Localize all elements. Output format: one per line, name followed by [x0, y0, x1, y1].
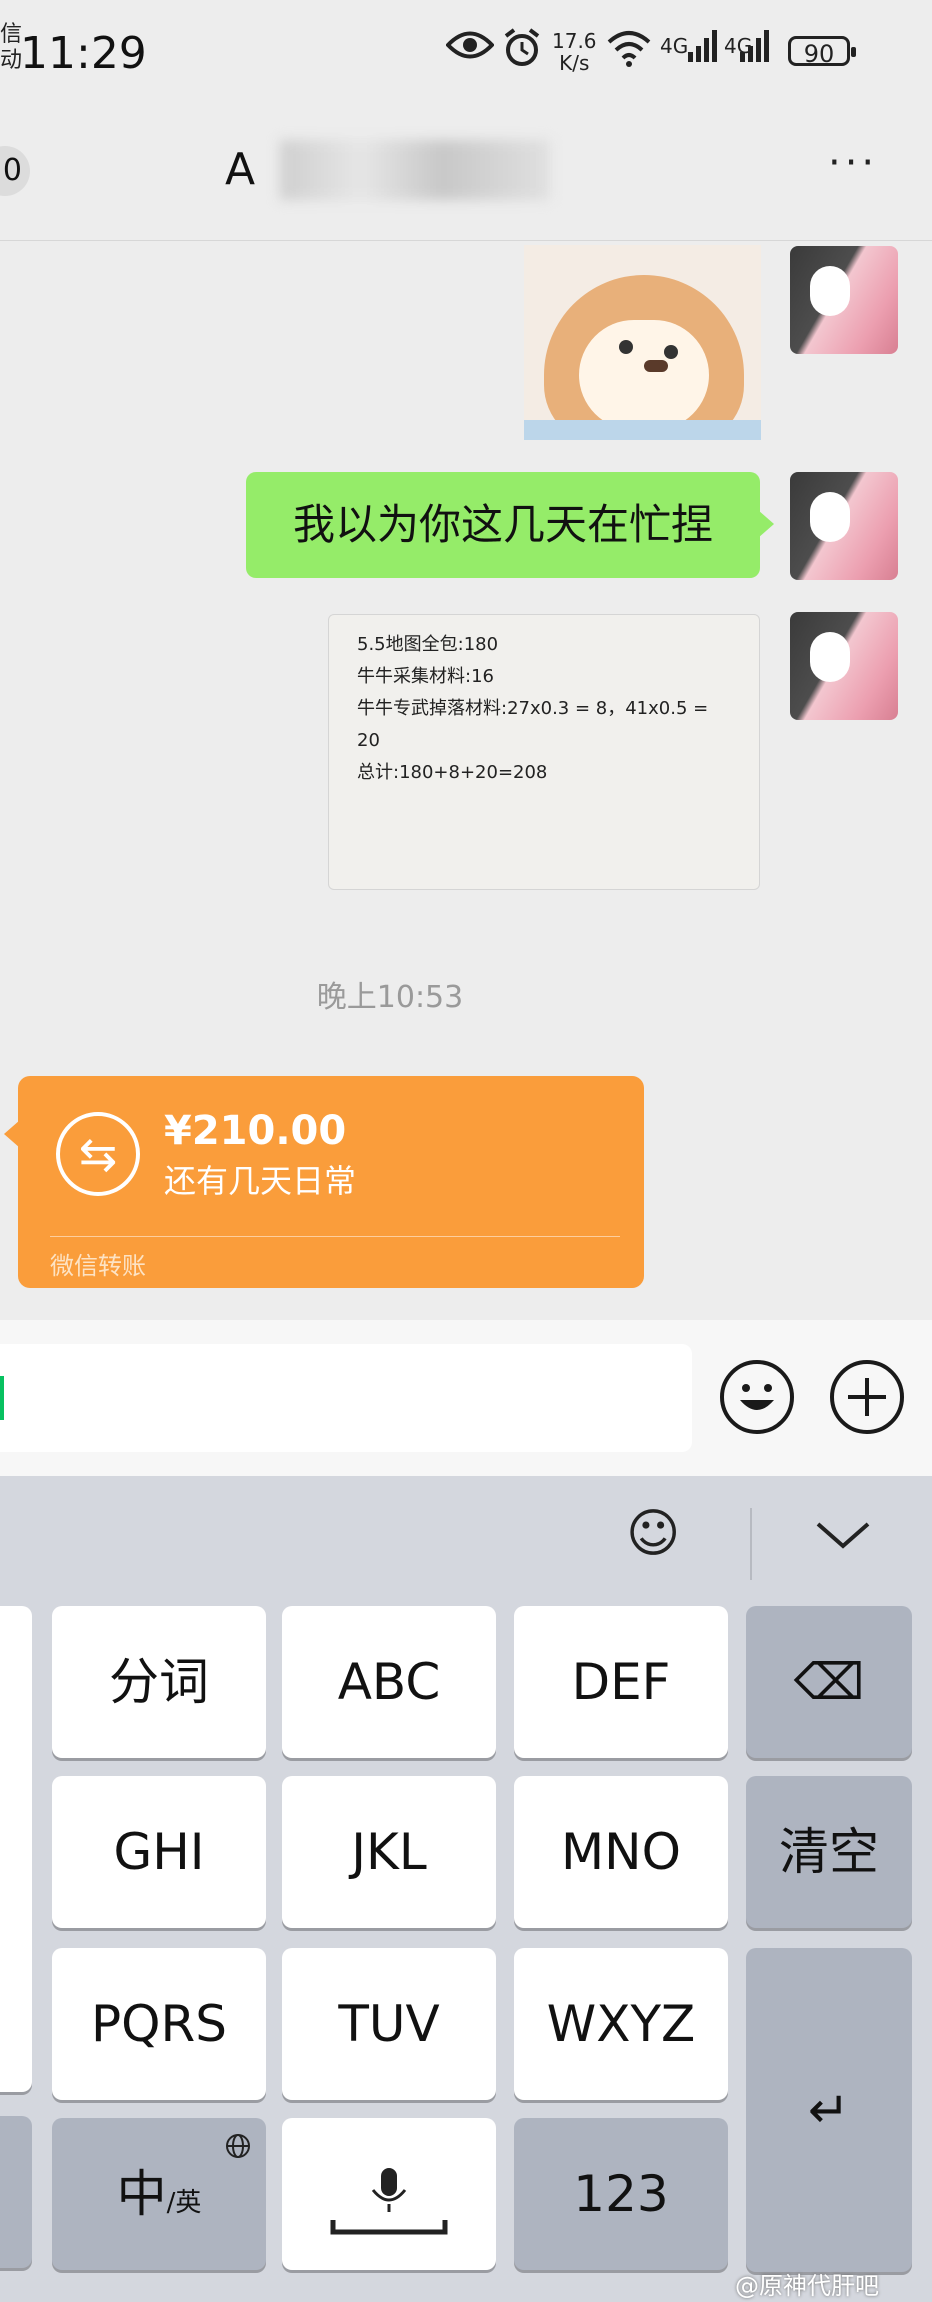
lang-main: 中 [116, 2165, 167, 2223]
avatar[interactable] [790, 612, 898, 720]
signal-icon-2 [738, 28, 772, 73]
keyboard-emoji-icon[interactable]: ☺ [626, 1504, 680, 1564]
more-button[interactable]: ··· [828, 140, 878, 186]
otter-face [579, 320, 709, 430]
network-type-1: 4G [660, 34, 689, 58]
status-left-chars: 信 动 [0, 22, 23, 73]
enter-key[interactable]: ↵ [746, 1948, 912, 2272]
watermark: @原神代肝吧 [735, 2272, 879, 2300]
sticker-image[interactable] [524, 245, 761, 440]
alarm-icon [502, 28, 542, 77]
note-line: 5.5地图全包:180 [357, 634, 499, 655]
transfer-card[interactable]: ⇆ ¥210.00 还有几天日常 微信转账 [4, 1076, 644, 1288]
language-switch-key[interactable]: 中/英 [52, 2118, 266, 2270]
transfer-label: 微信转账 [50, 1252, 146, 1280]
chat-title: A [225, 144, 256, 195]
left-bottom-key[interactable] [0, 2116, 32, 2268]
avatar[interactable] [790, 472, 898, 580]
otter-eye [619, 340, 633, 354]
keyboard: ☺ 分词 ABC DEF ⌫ GHI JKL MNO 清空 PQRS TUV W… [0, 1476, 932, 2302]
message-input[interactable] [0, 1344, 692, 1452]
otter-eye [664, 345, 678, 359]
microphone-icon [330, 2168, 448, 2235]
transfer-icon: ⇆ [56, 1112, 140, 1196]
note-line: 牛牛专武掉落材料:27x0.3 = 8，41x0.5 = 20 [357, 698, 709, 751]
collapse-keyboard-icon[interactable] [814, 1520, 872, 1554]
key-ghi[interactable]: GHI [52, 1776, 266, 1928]
space-voice-key[interactable] [282, 2118, 496, 2270]
globe-icon [226, 2134, 250, 2158]
signal-icon [686, 28, 720, 73]
transfer-note: 还有几天日常 [164, 1162, 357, 1200]
transfer-amount: ¥210.00 [164, 1108, 347, 1154]
key-fenci[interactable]: 分词 [52, 1606, 266, 1758]
backspace-key[interactable]: ⌫ [746, 1606, 912, 1758]
chat-header: 0 A ··· [0, 110, 932, 241]
key-jkl[interactable]: JKL [282, 1776, 496, 1928]
key-def[interactable]: DEF [514, 1606, 728, 1758]
message-bubble-sent[interactable]: 我以为你这几天在忙捏 [246, 472, 774, 578]
plus-button[interactable] [830, 1360, 904, 1434]
otter-ground [524, 420, 761, 440]
numbers-key[interactable]: 123 [514, 2118, 728, 2270]
emoji-button[interactable] [720, 1360, 794, 1434]
note-line: 总计:180+8+20=208 [357, 762, 548, 783]
note-line: 牛牛采集材料:16 [357, 666, 494, 687]
clear-key[interactable]: 清空 [746, 1776, 912, 1928]
key-wxyz[interactable]: WXYZ [514, 1948, 728, 2100]
input-bar [0, 1320, 932, 1476]
key-mno[interactable]: MNO [514, 1776, 728, 1928]
otter-nose [644, 360, 668, 372]
blurred-name [280, 140, 550, 200]
key-tuv[interactable]: TUV [282, 1948, 496, 2100]
text-cursor [0, 1376, 4, 1420]
avatar[interactable] [790, 246, 898, 354]
key-abc[interactable]: ABC [282, 1606, 496, 1758]
battery-icon: 90 [788, 36, 856, 68]
lang-sub: /英 [166, 2188, 202, 2218]
eye-icon [445, 28, 495, 71]
back-button[interactable]: 0 [0, 146, 30, 196]
wifi-icon [606, 28, 652, 77]
divider [50, 1236, 620, 1237]
network-speed: 17.6 K/s [552, 29, 597, 75]
status-time: 11:29 [20, 28, 147, 79]
status-bar: 信 动 11:29 17.6 K/s 4G 4G 90 [0, 0, 932, 110]
key-pqrs[interactable]: PQRS [52, 1948, 266, 2100]
plus-icon [848, 1378, 886, 1416]
screenshot-note-image[interactable]: 5.5地图全包:180 牛牛采集材料:16 牛牛专武掉落材料:27x0.3 = … [328, 614, 760, 890]
divider [750, 1508, 752, 1580]
left-column-key[interactable] [0, 1606, 32, 2092]
emoji-icon [740, 1384, 774, 1410]
message-timestamp: 晚上10:53 [316, 980, 464, 1015]
